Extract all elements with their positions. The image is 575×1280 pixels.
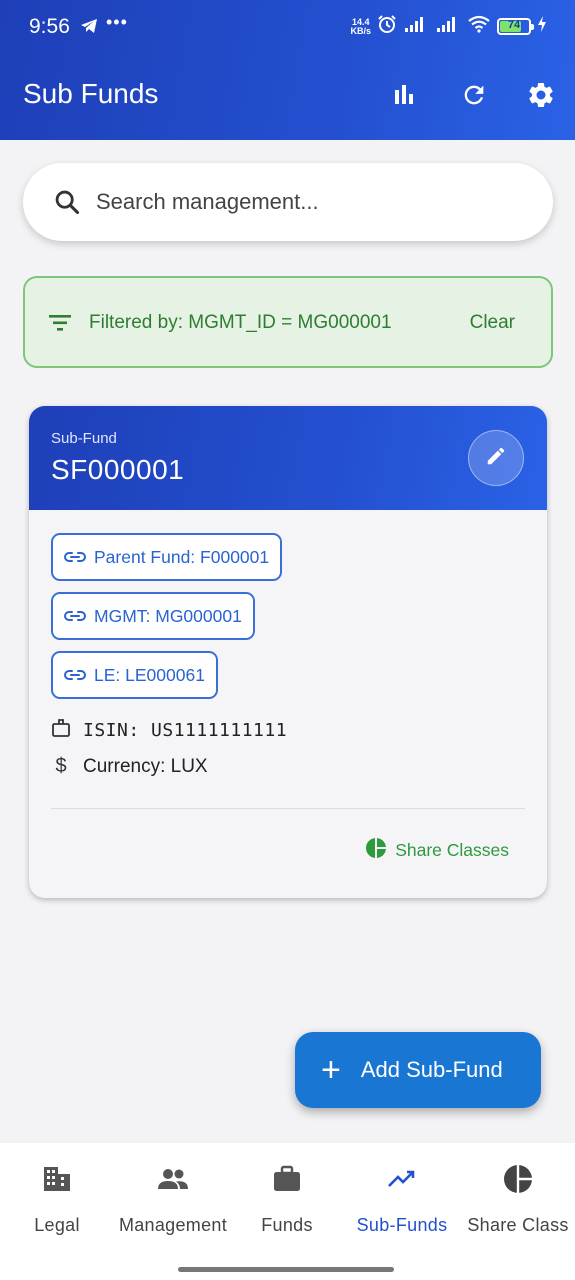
nav-label: Legal [34, 1215, 80, 1235]
card-id: SF000001 [51, 454, 185, 485]
net-speed-unit: KB/s [350, 25, 371, 36]
more-notifications: ••• [106, 12, 128, 32]
nav-label: Sub-Funds [356, 1215, 448, 1235]
parent-fund-chip[interactable]: Parent Fund: F000001 [51, 533, 283, 581]
status-bar: 9:56 ••• 14.4 KB/s 74 [0, 0, 575, 50]
card-divider [51, 808, 525, 809]
battery-level: 74 [507, 19, 521, 31]
nav-label: Management [118, 1215, 228, 1235]
edit-icon [485, 445, 507, 472]
isin-row: ISIN: US1111111111 [51, 718, 287, 743]
add-sub-fund-label: Add Sub-Fund [360, 1057, 503, 1082]
card-header: Sub-Fund SF000001 [29, 406, 547, 510]
telegram-icon [80, 18, 98, 39]
charging-icon [537, 16, 547, 37]
alarm-icon [377, 14, 397, 39]
briefcase-icon [272, 1163, 302, 1195]
battery-icon: 74 [497, 18, 534, 35]
isin-value: ISIN: US1111111111 [83, 720, 288, 741]
currency-row: $ Currency: LUX [51, 755, 208, 778]
building-icon [42, 1163, 72, 1195]
nav-item-sub-funds[interactable]: Sub-Funds [345, 1143, 459, 1253]
nav-item-management[interactable]: Management [114, 1143, 232, 1253]
bottom-navigation: Legal Management Funds Sub-Funds Share C… [0, 1143, 575, 1280]
signal-icon [403, 15, 429, 38]
nav-item-share-class[interactable]: Share Class [461, 1143, 575, 1253]
chip-label: LE: LE000061 [94, 664, 205, 685]
filter-icon [47, 313, 73, 338]
share-classes-label: Share Classes [395, 840, 509, 860]
plus-icon: + [321, 1051, 341, 1089]
bar-chart-icon[interactable] [389, 80, 419, 110]
mgmt-chip[interactable]: MGMT: MG000001 [51, 592, 255, 640]
nav-item-funds[interactable]: Funds [232, 1143, 342, 1253]
nav-label: Share Class [467, 1215, 569, 1235]
status-right: 14.4 KB/s 74 [350, 14, 547, 39]
edit-button[interactable] [468, 430, 524, 486]
sub-fund-card[interactable]: Sub-Fund SF000001 Parent Fund: F000001 M… [29, 406, 547, 898]
home-indicator[interactable] [178, 1267, 394, 1272]
settings-icon[interactable] [526, 80, 556, 110]
page-title: Sub Funds [23, 78, 159, 109]
nav-label: Funds [261, 1215, 313, 1235]
le-chip[interactable]: LE: LE000061 [51, 651, 218, 699]
search-bar[interactable]: Search management... [23, 163, 553, 241]
tag-icon [51, 718, 71, 743]
pie-chart-icon [365, 837, 387, 864]
link-icon [64, 665, 86, 686]
filter-banner: Filtered by: MGMT_ID = MG000001 Clear [23, 276, 553, 368]
filter-text: Filtered by: MGMT_ID = MG000001 [89, 312, 392, 333]
currency-value: Currency: LUX [83, 755, 208, 777]
share-classes-button[interactable]: Share Classes [365, 837, 509, 864]
clear-filter-button[interactable]: Clear [470, 312, 515, 334]
card-type-label: Sub-Fund [51, 430, 117, 447]
dollar-icon: $ [55, 755, 67, 777]
search-input[interactable]: Search management... [96, 189, 319, 215]
people-icon [156, 1163, 190, 1195]
add-sub-fund-button[interactable]: + Add Sub-Fund [295, 1032, 541, 1108]
signal-icon-2 [435, 15, 461, 38]
chip-label: Parent Fund: F000001 [94, 546, 270, 567]
net-speed: 14.4 KB/s [350, 17, 371, 36]
nav-item-legal[interactable]: Legal [0, 1143, 114, 1253]
chip-label: MGMT: MG000001 [94, 605, 242, 626]
link-icon [64, 606, 86, 627]
pie-chart-icon [503, 1163, 533, 1195]
status-time: 9:56 [29, 15, 70, 38]
refresh-icon[interactable] [459, 80, 489, 110]
link-icon [64, 547, 86, 568]
wifi-icon [467, 15, 491, 38]
search-icon [53, 188, 81, 221]
trending-up-icon [387, 1163, 417, 1195]
